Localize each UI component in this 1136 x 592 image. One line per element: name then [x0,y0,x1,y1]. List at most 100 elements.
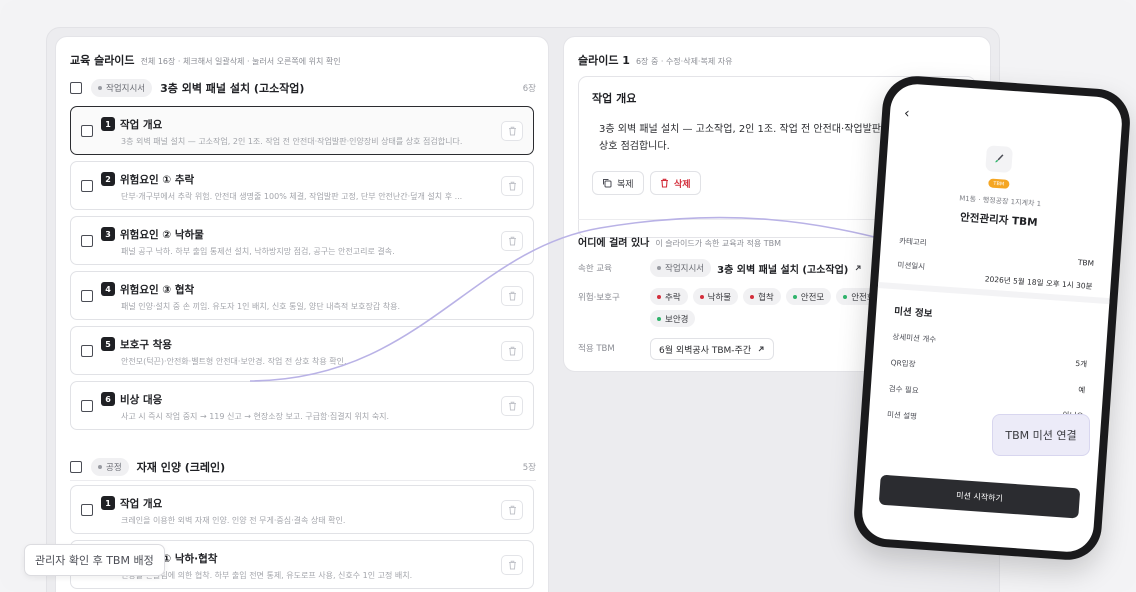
slide-card[interactable]: 1 작업 개요 3층 외벽 패널 설치 — 고소작업, 2인 1조. 작업 전 … [70,106,534,155]
slide-title: 위험요인 ② 낙하물 [120,229,204,241]
delete-slide-button[interactable] [501,286,523,306]
assign-tbm-chip[interactable]: 관리자 확인 후 TBM 배정 [24,544,165,576]
ppe-chip: 안전모 [785,288,832,305]
slide-title: 작업 개요 [120,498,163,510]
slide-card[interactable]: 2 위험요인 ① 추락 단부·개구부에서 추락 위험. 안전대 생명줄 100%… [70,161,534,210]
back-icon[interactable]: ‹ [904,105,911,121]
delete-label: 삭제 [674,179,691,190]
slide-checkbox[interactable] [81,290,93,302]
risk-chip: 협착 [743,288,781,305]
info-value: 5개 [1075,358,1088,369]
risk-chip-label: 협착 [758,292,774,303]
where-title: 어디에 걸려 있나 [578,238,650,249]
delete-slide-button[interactable] [501,176,523,196]
slide-number: 3 [101,227,115,241]
belong-tag-label: 작업지시서 [665,264,705,274]
tag-dot-icon [98,86,102,90]
trash-icon [508,126,516,136]
tag-dot-icon [98,465,102,469]
risk-label: 위험·보호구 [578,293,620,303]
slide-number: 4 [101,282,115,296]
trash-icon [661,178,668,188]
duplicate-button[interactable]: 복제 [592,171,644,195]
safe-dot-icon [792,294,797,299]
danger-dot-icon [750,294,755,299]
where-subtitle: 이 슬라이드가 속한 교육과 적용 TBM [655,239,782,248]
slide-card[interactable]: 1 작업 개요 크레인을 이용한 외벽 자재 인양. 인양 전 무게·중심·결속… [70,485,534,534]
slide-desc: 단부·개구부에서 추락 위험. 안전대 생명줄 100% 체결, 작업발판 고정… [121,192,463,201]
slide-desc: 사고 시 즉시 작업 중지 → 119 신고 → 현장소장 보고. 구급함·집결… [121,412,390,421]
safe-dot-icon [657,316,661,321]
slide-desc: 크레인을 이용한 외벽 자재 인양. 인양 전 무게·중심·결속 상태 확인. [121,516,346,525]
overview-title[interactable]: 작업 개요 [592,90,636,106]
info-key: 미션 설명 [886,409,918,421]
duplicate-label: 복제 [617,179,634,190]
belong-label: 속한 교육 [578,264,612,274]
group-checkbox[interactable] [70,461,82,473]
group-row[interactable]: 작업지시서 3층 외벽 패널 설치 (고소작업) 6장 [70,79,536,97]
slide-checkbox[interactable] [81,125,93,137]
slide-title: 위험요인 ① 추락 [120,174,195,186]
slide-number: 6 [101,392,115,406]
mission-info-title: 미션 정보 [893,306,933,320]
trash-icon [508,560,516,570]
slide-checkbox[interactable] [81,345,93,357]
trash-icon [508,181,516,191]
delete-button[interactable]: 삭제 [650,171,701,195]
group-count: 6장 [522,84,536,94]
delete-slide-button[interactable] [501,500,523,520]
belong-link[interactable]: 작업지시서 3층 외벽 패널 설치 (고소작업) [650,259,862,277]
copy-icon [603,179,612,188]
safe-dot-icon [843,294,848,299]
group-checkbox[interactable] [70,82,82,94]
where-header: 어디에 걸려 있나 이 슬라이드가 속한 교육과 적용 TBM [578,234,781,249]
slide-list-header: 교육 슬라이드 전체 16장 · 체크해서 일괄삭제 · 눌러서 오른쪽에 위치… [70,52,341,68]
delete-slide-button[interactable] [501,121,523,141]
belong-tag: 작업지시서 [650,259,712,277]
slide-checkbox[interactable] [81,235,93,247]
slide-checkbox[interactable] [81,180,93,192]
slide-detail-header: 슬라이드 1 6장 중 · 수정·삭제·복제 자유 [578,52,732,68]
slide-checkbox[interactable] [81,504,93,516]
info-value: 예 [1077,385,1086,395]
belong-title: 3층 외벽 패널 설치 (고소작업) [717,264,849,276]
slide-number: 5 [101,337,115,351]
delete-slide-button[interactable] [501,341,523,361]
risk-chips: 추락 낙하물 협착 안전모 안전화 보안경 [650,288,890,327]
applied-tbm-link[interactable]: 6월 외벽공사 TBM-주간 [650,338,775,360]
slide-card[interactable]: 4 위험요인 ③ 협착 패널 인양·설치 중 손 끼임. 유도자 1인 배치, … [70,271,534,320]
risk-chip: 낙하물 [692,288,739,305]
group-tag-label: 공정 [106,463,122,473]
applied-tbm-value: 6월 외벽공사 TBM-주간 [659,345,752,356]
slide-title: 비상 대응 [120,394,163,406]
slide-card[interactable]: 5 보호구 착용 안전모(턱끈)·안전화·벨트형 안전대·보안경. 작업 전 상… [70,326,534,375]
delete-slide-button[interactable] [501,555,523,575]
slide-card[interactable]: 3 위험요인 ② 낙하물 패널 공구 낙하. 하부 출입 통제선 설치, 낙하방… [70,216,534,265]
slide-detail-subtitle: 6장 중 · 수정·삭제·복제 자유 [635,57,733,66]
delete-slide-button[interactable] [501,231,523,251]
group-title: 3층 외벽 패널 설치 (고소작업) [160,82,305,95]
delete-slide-button[interactable] [501,396,523,416]
mission-row-key: 카테고리 [898,236,928,248]
info-row: QR입장 예 [890,357,1087,395]
slide-card[interactable]: 6 비상 대응 사고 시 즉시 작업 중지 → 119 신고 → 현장소장 보고… [70,381,534,430]
tag-dot-icon [657,266,661,270]
mission-row-value: 2026년 5월 18일 오후 1시 30분 [984,274,1093,291]
trash-icon [508,236,516,246]
tbm-mission-connect-label: TBM 미션 연결 [992,414,1090,456]
trash-icon [508,505,516,515]
trash-icon [508,346,516,356]
group-tag-label: 작업지시서 [106,84,146,94]
slide-title: 위험요인 ③ 협착 [120,284,195,296]
info-key: 상세미션 개수 [892,332,937,345]
start-mission-button[interactable]: 미션 시작하기 [878,474,1081,519]
slide-title: 보호구 착용 [120,339,172,351]
slide-list-panel: 교육 슬라이드 전체 16장 · 체크해서 일괄삭제 · 눌러서 오른쪽에 위치… [55,36,549,592]
slide-number: 2 [101,172,115,186]
slide-checkbox[interactable] [81,400,93,412]
mission-type-pill: TBM [988,178,1010,189]
group-row[interactable]: 공정 자재 인양 (크레인) 5장 [70,458,536,476]
slide-number: 1 [101,496,115,510]
slide-detail-title: 슬라이드 1 [578,54,630,67]
group-divider [70,480,536,481]
